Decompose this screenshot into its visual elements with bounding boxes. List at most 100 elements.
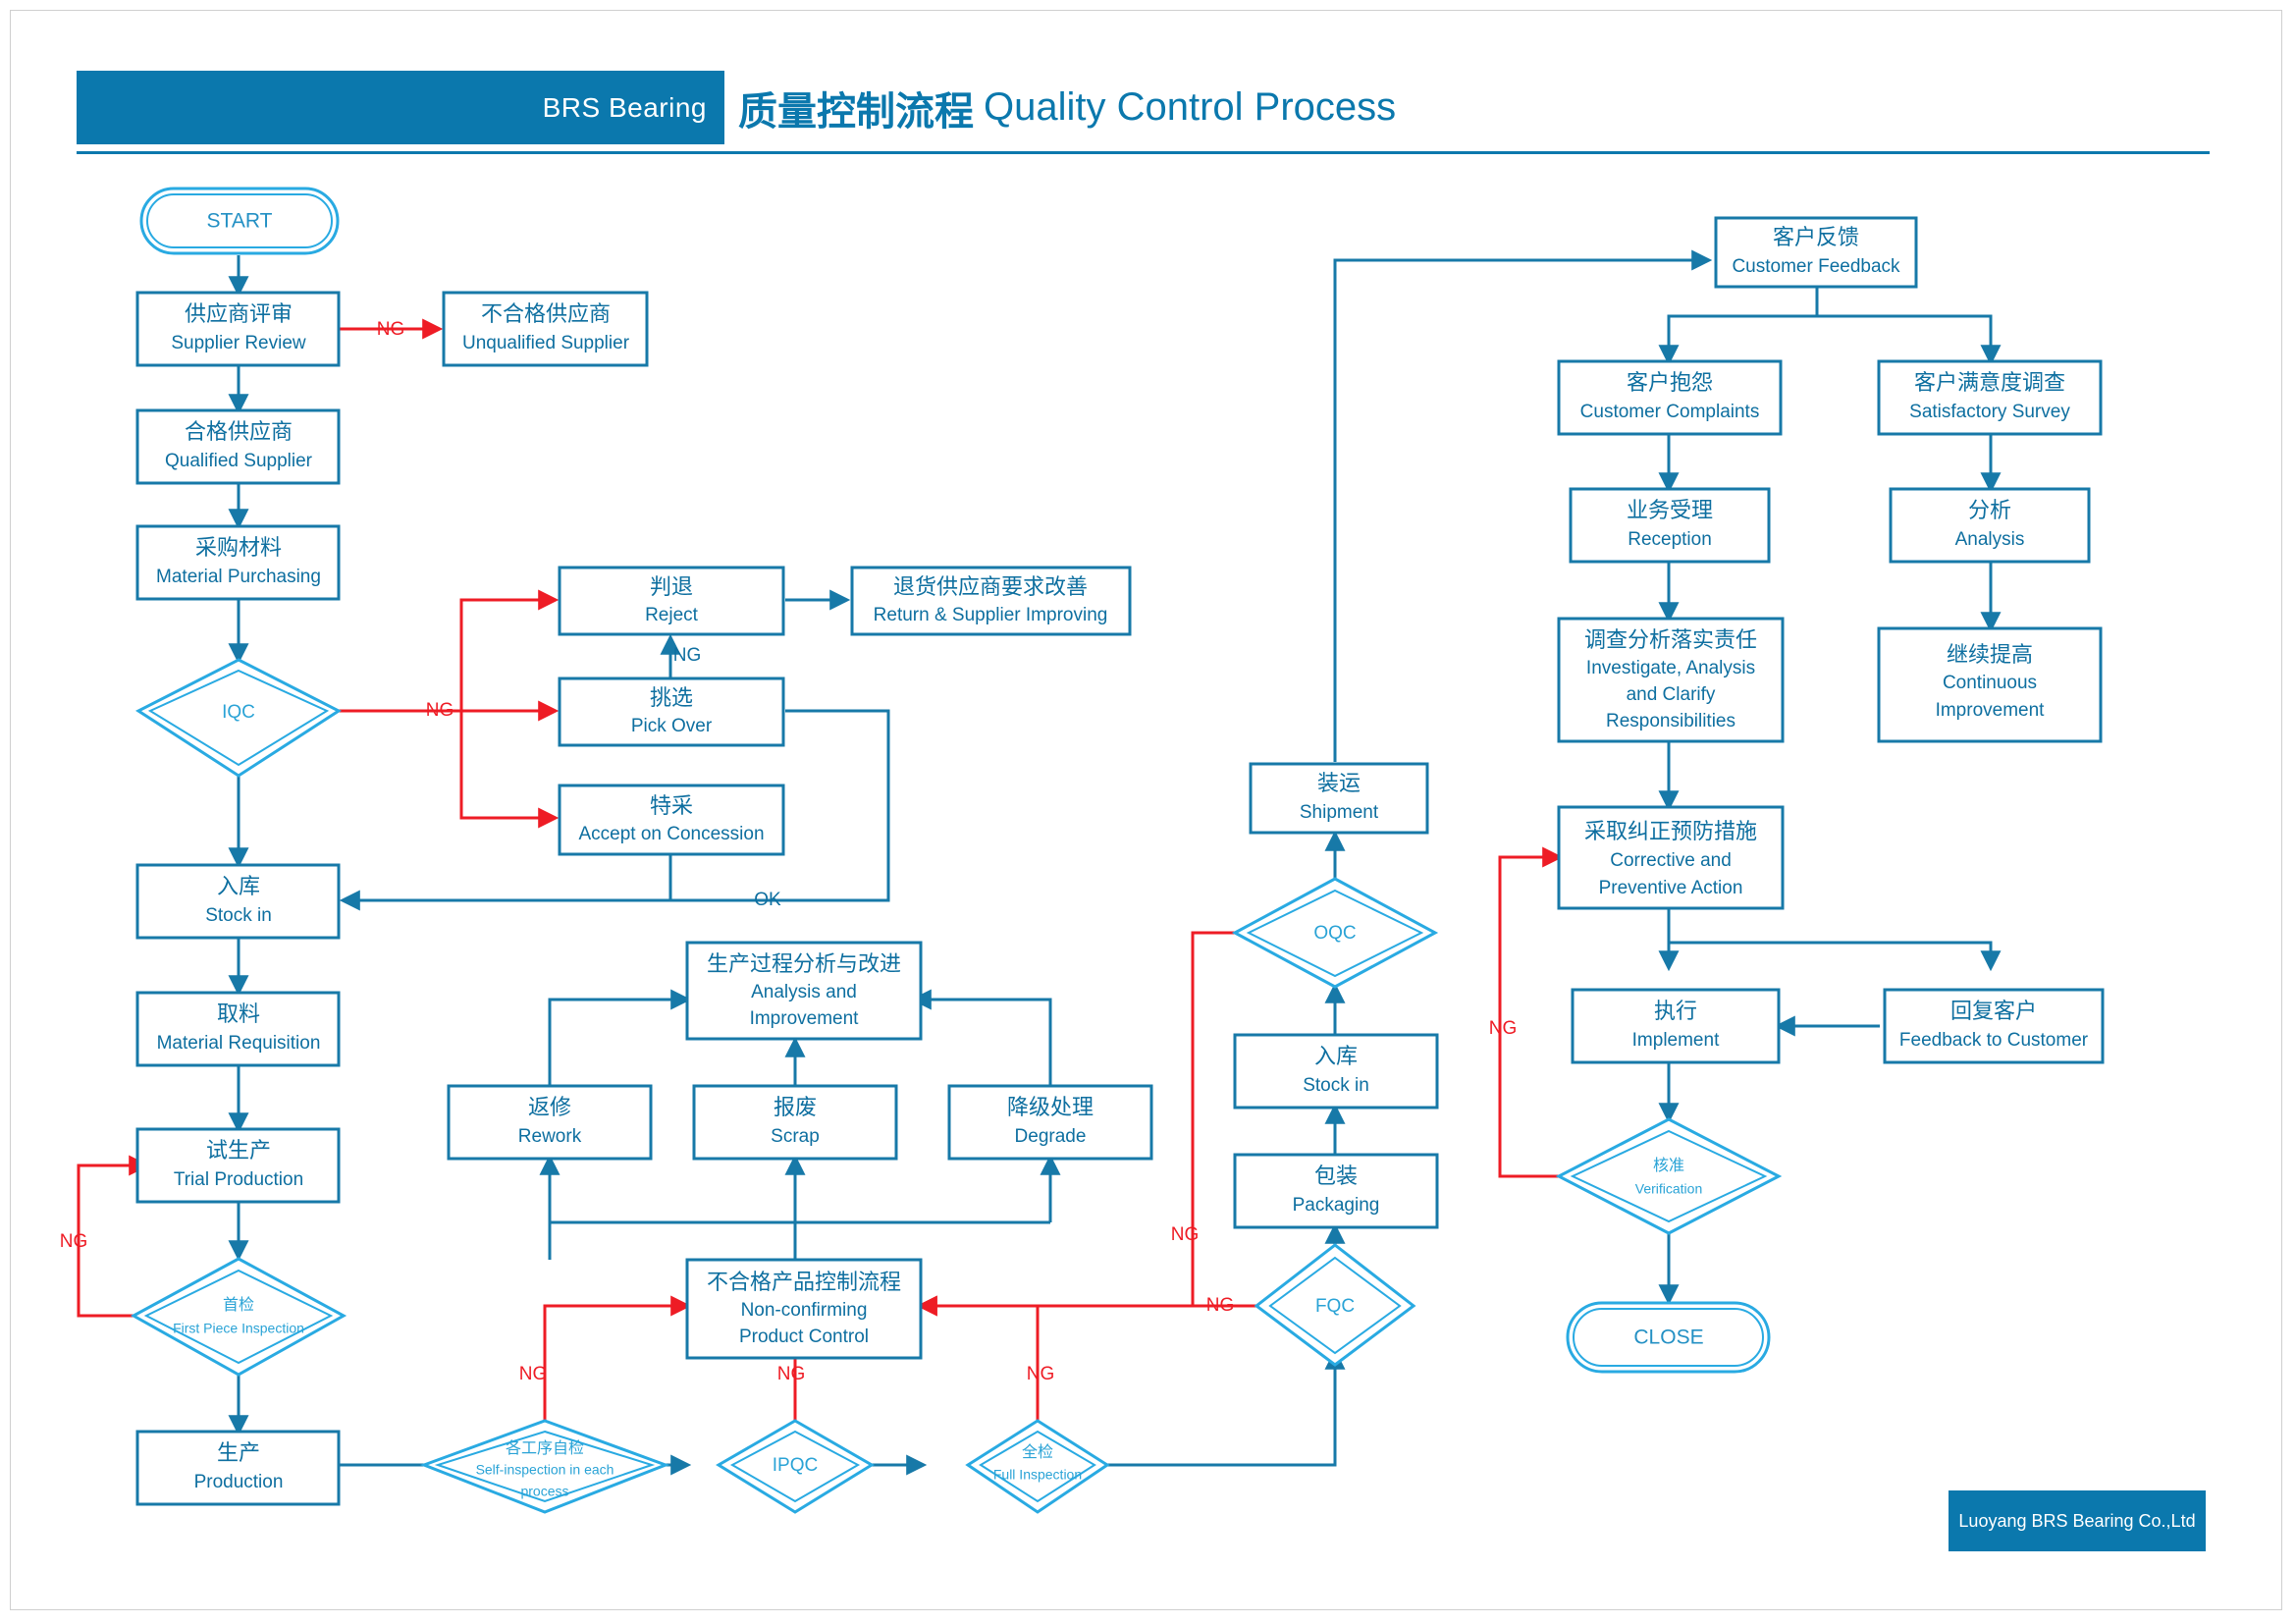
node-materialreq-cn: 取料	[217, 1001, 260, 1026]
node-selfinspection-cn: 各工序自检	[506, 1439, 584, 1457]
node-iqc-label: IQC	[222, 702, 255, 723]
node-customer-feedback[interactable]: 客户反馈 Customer Feedback	[1714, 216, 1918, 289]
node-customer-complaints[interactable]: 客户抱怨 Customer Complaints	[1557, 359, 1783, 436]
node-analysis-improve-en2: Improvement	[750, 1008, 860, 1029]
node-supplier-review-cn: 供应商评审	[185, 301, 293, 326]
node-reception-cn: 业务受理	[1627, 498, 1713, 522]
node-scrap-cn: 报废	[774, 1095, 817, 1119]
node-analysis-and-improvement[interactable]: 生产过程分析与改进 Analysis and Improvement	[685, 941, 923, 1041]
node-ipqc-label: IPQC	[773, 1455, 818, 1476]
node-production[interactable]: 生产 Production	[135, 1430, 341, 1506]
node-full-inspection[interactable]: 全检 Full Inspection	[965, 1419, 1110, 1514]
node-material-requisition[interactable]: 取料 Material Requisition	[135, 991, 341, 1067]
node-oqc[interactable]: OQC	[1231, 877, 1439, 989]
node-corrective-preventive-action[interactable]: 采取纠正预防措施 Corrective and Preventive Actio…	[1557, 805, 1785, 910]
node-stock-in-2[interactable]: 入库 Stock in	[1233, 1033, 1439, 1110]
node-trial-cn: 试生产	[206, 1138, 271, 1163]
node-return-supplier-improving[interactable]: 退货供应商要求改善 Return & Supplier Improving	[850, 566, 1132, 636]
node-selfinspection-en2: process	[520, 1484, 568, 1499]
node-corrective-en2: Preventive Action	[1599, 878, 1743, 898]
node-implement-cn: 执行	[1654, 999, 1697, 1023]
node-supplier-review-en: Supplier Review	[171, 333, 306, 353]
node-close-label: CLOSE	[1633, 1326, 1703, 1349]
node-corrective-en1: Corrective and	[1610, 850, 1732, 871]
node-packaging-en: Packaging	[1293, 1195, 1380, 1216]
node-close[interactable]: CLOSE	[1566, 1301, 1771, 1374]
flowchart-page: BRS Bearing 质量控制流程 Quality Control Proce…	[0, 0, 2296, 1624]
node-shipment-cn: 装运	[1317, 771, 1361, 795]
node-material-purchasing-cn: 采购材料	[195, 535, 282, 560]
edge-label-ng-verification: NG	[1489, 1018, 1518, 1039]
node-scrap[interactable]: 报废 Scrap	[692, 1084, 898, 1161]
node-nonconforming-product-control[interactable]: 不合格产品控制流程 Non-confirming Product Control	[685, 1258, 923, 1360]
node-continuous-en1: Continuous	[1943, 673, 2037, 693]
node-pickover-en: Pick Over	[631, 716, 713, 736]
node-implement-en: Implement	[1632, 1030, 1720, 1051]
node-firstpiece-en: First Piece Inspection	[173, 1321, 304, 1336]
node-unqualified-en: Unqualified Supplier	[462, 333, 630, 353]
node-iqc[interactable]: IQC	[135, 658, 342, 778]
node-start[interactable]: START	[139, 187, 340, 255]
node-stockin2-cn: 入库	[1314, 1044, 1358, 1068]
node-fullinspection-cn: 全检	[1022, 1443, 1053, 1461]
node-return-cn: 退货供应商要求改善	[893, 574, 1088, 599]
node-pick-over[interactable]: 挑选 Pick Over	[558, 677, 785, 747]
node-rework[interactable]: 返修 Rework	[447, 1084, 653, 1161]
node-shipment-en: Shipment	[1300, 802, 1379, 823]
node-degrade[interactable]: 降级处理 Degrade	[947, 1084, 1153, 1161]
node-oqc-label: OQC	[1313, 923, 1356, 944]
node-nonconforming-en2: Product Control	[739, 1326, 869, 1347]
node-degrade-en: Degrade	[1015, 1126, 1087, 1147]
edge-label-ng-firstpiece: NG	[60, 1231, 88, 1252]
node-analysis[interactable]: 分析 Analysis	[1889, 487, 2091, 564]
flowchart-canvas: NG NG NG OK NG NG NG NG NG NG NG START 供…	[60, 187, 2105, 1514]
edge-label-ng-oqc: NG	[1171, 1224, 1200, 1245]
edge-label-ng-supplier: NG	[377, 319, 405, 340]
node-continuous-improvement[interactable]: 继续提高 Continuous Improvement	[1877, 626, 2103, 743]
node-continuous-cn: 继续提高	[1947, 642, 2033, 667]
node-trial-production[interactable]: 试生产 Trial Production	[135, 1127, 341, 1204]
node-investigate-en3: Responsibilities	[1606, 711, 1735, 731]
node-reject[interactable]: 判退 Reject	[558, 566, 785, 636]
node-concession-en: Accept on Concession	[578, 824, 764, 844]
node-stock-in-1[interactable]: 入库 Stock in	[135, 863, 341, 940]
node-self-inspection[interactable]: 各工序自检 Self-inspection in each process	[419, 1419, 670, 1514]
edge-fullinspection-ng	[916, 1295, 1040, 1421]
node-scrap-en: Scrap	[771, 1126, 820, 1147]
edge-rework-to-analysis	[548, 989, 692, 1086]
node-supplier-review[interactable]: 供应商评审 Supplier Review	[135, 291, 341, 367]
node-analysis-improve-en1: Analysis and	[751, 982, 857, 1002]
node-first-piece-inspection[interactable]: 首检 First Piece Inspection	[130, 1257, 347, 1377]
node-satisfactory-survey[interactable]: 客户满意度调查 Satisfactory Survey	[1877, 359, 2103, 436]
node-investigate-en1: Investigate, Analysis	[1586, 658, 1755, 678]
node-feedback-to-customer[interactable]: 回复客户 Feedback to Customer	[1883, 988, 2105, 1064]
node-nonconforming-en1: Non-confirming	[741, 1300, 868, 1321]
node-reject-cn: 判退	[650, 574, 693, 599]
node-unqualified-supplier[interactable]: 不合格供应商 Unqualified Supplier	[442, 291, 649, 367]
node-material-purchasing[interactable]: 采购材料 Material Purchasing	[135, 524, 341, 601]
edge-feedback-to-complaints	[1658, 287, 1819, 366]
node-complaints-en: Customer Complaints	[1580, 402, 1760, 422]
node-packaging[interactable]: 包装 Packaging	[1233, 1153, 1439, 1229]
edge-label-ng-ipqc: NG	[777, 1364, 806, 1384]
node-stockin1-cn: 入库	[217, 874, 260, 898]
node-fullinspection-en: Full Inspection	[993, 1467, 1082, 1483]
node-accept-on-concession[interactable]: 特采 Accept on Concession	[558, 784, 785, 856]
node-rework-en: Rework	[518, 1126, 582, 1147]
node-continuous-en2: Improvement	[1936, 700, 2046, 721]
node-ipqc[interactable]: IPQC	[716, 1419, 875, 1514]
edge-label-ng-fullinspection: NG	[1027, 1364, 1055, 1384]
node-survey-cn: 客户满意度调查	[1914, 370, 2065, 395]
node-fqc[interactable]: FQC	[1254, 1243, 1416, 1367]
node-verification-en: Verification	[1635, 1181, 1702, 1197]
node-verification[interactable]: 核准 Verification	[1555, 1117, 1783, 1235]
node-stockin1-en: Stock in	[205, 905, 272, 926]
node-start-label: START	[207, 210, 273, 233]
node-stockin2-en: Stock in	[1303, 1075, 1369, 1096]
node-investigate-analysis[interactable]: 调查分析落实责任 Investigate, Analysis and Clari…	[1557, 617, 1785, 743]
node-shipment[interactable]: 装运 Shipment	[1249, 762, 1429, 835]
node-reception[interactable]: 业务受理 Reception	[1569, 487, 1771, 564]
edge-label-ok-stockin: OK	[754, 890, 781, 910]
node-implement[interactable]: 执行 Implement	[1571, 988, 1781, 1064]
node-qualified-supplier[interactable]: 合格供应商 Qualified Supplier	[135, 408, 341, 485]
